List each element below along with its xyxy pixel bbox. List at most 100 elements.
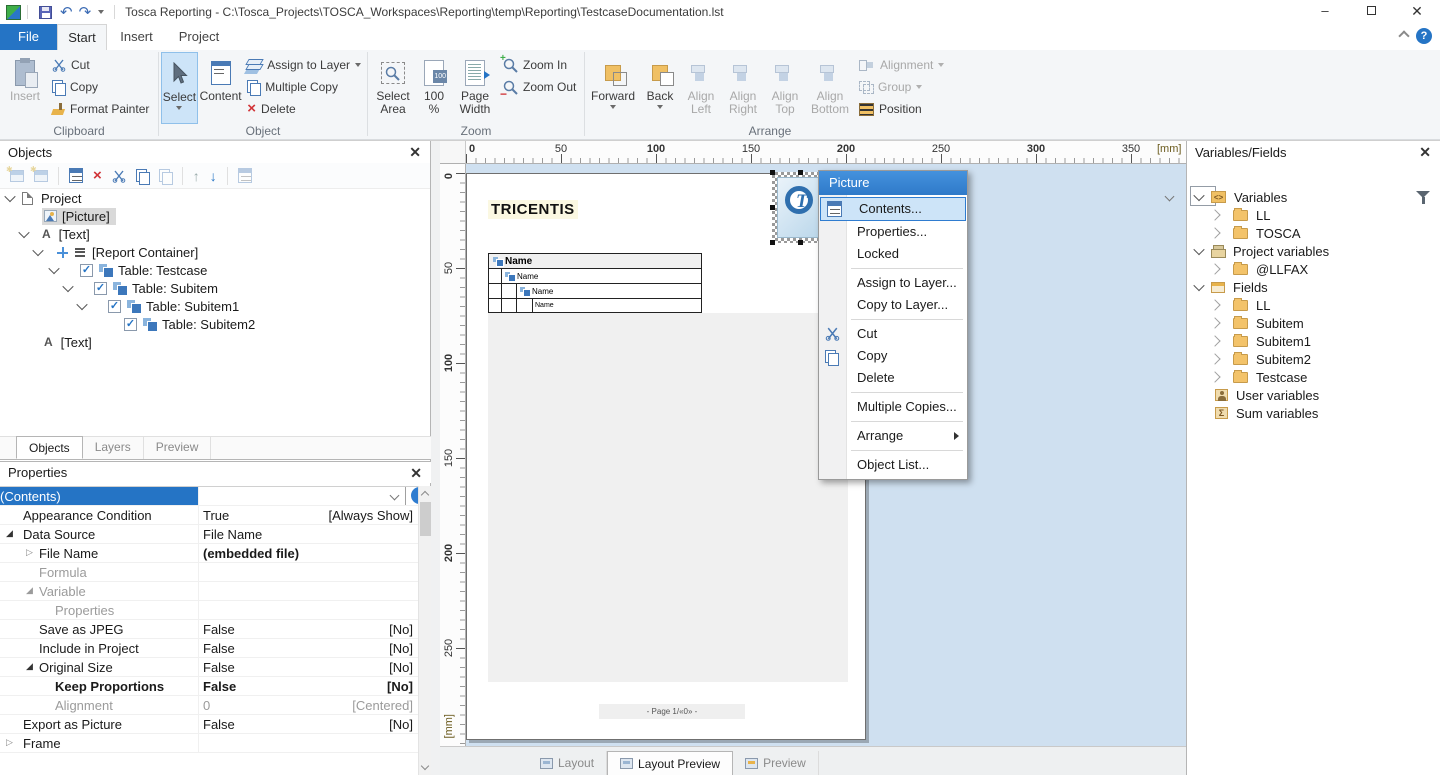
tab-layout-preview[interactable]: Layout Preview [607,751,733,775]
move-down-icon[interactable]: ↓ [210,168,217,184]
copy-button[interactable]: Copy [48,76,153,98]
select-area-button[interactable]: Select Area [370,52,416,124]
scroll-down-icon[interactable] [421,762,429,770]
cut-object-icon[interactable] [112,169,126,183]
undo-icon[interactable]: ↶ [60,5,73,20]
property-row[interactable]: Alignment0[Centered] [0,696,431,715]
menu-item-contents[interactable]: Contents... [820,197,966,221]
zoom-100-button[interactable]: 100 % [416,52,452,124]
tree-item-text2[interactable]: A [Text] [0,333,430,351]
close-icon[interactable]: ✕ [409,144,421,161]
expanded-triangle-icon[interactable]: ◢ [26,661,33,672]
tree-item-tosca[interactable]: TOSCA [1187,224,1440,242]
copy-object-icon[interactable] [136,169,149,183]
redo-icon[interactable]: ↷ [79,5,92,20]
delete-object-icon[interactable]: × [93,169,102,183]
delete-button[interactable]: × Delete [243,98,365,120]
chevron-down-icon[interactable] [32,245,43,256]
alignment-button[interactable]: Alignment [855,54,948,76]
tab-preview[interactable]: Preview [144,436,212,459]
group-button[interactable]: Group [855,76,948,98]
quick-access-dropdown-icon[interactable] [98,10,104,14]
close-icon[interactable]: ✕ [410,465,422,482]
menu-item-properties[interactable]: Properties... [819,221,967,243]
property-row[interactable]: ◢Original SizeFalse[No] [0,658,431,677]
chevron-right-icon[interactable] [1209,317,1220,328]
forward-button[interactable]: Forward [587,52,639,124]
position-button[interactable]: Position [855,98,948,120]
table-data-area[interactable] [488,313,848,682]
chevron-right-icon[interactable] [1209,263,1220,274]
checkbox-checked[interactable]: ✓ [80,264,93,277]
tab-preview[interactable]: Preview [733,751,819,775]
tree-item-fields-ll[interactable]: LL [1187,296,1440,314]
help-icon[interactable]: ? [1416,28,1432,44]
table-row[interactable]: Name [488,284,702,299]
properties-scrollbar[interactable] [418,486,431,775]
chevron-right-icon[interactable] [1209,227,1220,238]
checkbox-checked[interactable]: ✓ [108,300,121,313]
menu-item-arrange[interactable]: Arrange [819,425,967,447]
expanded-triangle-icon[interactable]: ◢ [26,585,33,596]
tab-start[interactable]: Start [57,24,107,50]
tree-item-project-variables[interactable]: Project variables [1187,242,1440,260]
new-table-icon[interactable] [10,170,24,182]
tab-layout[interactable]: Layout [528,751,607,775]
close-icon[interactable]: ✕ [1419,144,1431,161]
page-footer-object[interactable]: - Page 1/«0» - [599,704,745,719]
tab-file[interactable]: File [0,24,57,50]
report-table-object[interactable]: Name Name Name Name [488,253,702,313]
property-row[interactable]: Include in ProjectFalse[No] [0,639,431,658]
page-width-button[interactable]: Page Width [452,52,498,124]
chevron-right-icon[interactable] [1209,371,1220,382]
tab-objects[interactable]: Objects [16,436,83,459]
assign-to-layer-button[interactable]: Assign to Layer [243,54,365,76]
menu-item-assign-to-layer[interactable]: Assign to Layer... [819,272,967,294]
menu-item-delete[interactable]: Delete [819,367,967,389]
report-page[interactable]: TRICENTIS Name Name Name [466,173,866,740]
tree-item-llfax[interactable]: @LLFAX [1187,260,1440,278]
tab-project[interactable]: Project [166,24,232,50]
minimize-button[interactable]: – [1302,0,1348,24]
collapsed-triangle-icon[interactable]: ▷ [26,547,33,558]
align-bottom-button[interactable]: Align Bottom [805,52,855,124]
chevron-down-icon[interactable] [1193,280,1204,291]
menu-item-locked[interactable]: Locked [819,243,967,265]
property-row[interactable]: Save as JPEGFalse[No] [0,620,431,639]
tree-item-variables[interactable]: <> Variables [1187,188,1440,206]
collapse-ribbon-icon[interactable] [1398,30,1409,41]
chevron-right-icon[interactable] [1209,335,1220,346]
cut-button[interactable]: Cut [48,54,153,76]
property-row[interactable]: ▷Frame [0,734,431,753]
tree-item-report-container[interactable]: [Report Container] [0,243,430,261]
table-row[interactable]: Name [488,299,702,313]
tree-item-table-testcase[interactable]: ✓ Table: Testcase [0,261,430,279]
scroll-up-icon[interactable] [421,491,429,499]
chevron-right-icon[interactable] [1209,353,1220,364]
scrollbar-thumb[interactable] [420,502,431,536]
chevron-right-icon[interactable] [1209,209,1220,220]
tree-item-fields[interactable]: Fields [1187,278,1440,296]
object-list-icon[interactable] [238,168,252,183]
align-left-button[interactable]: Align Left [681,52,721,124]
move-up-icon[interactable]: ↑ [193,168,200,184]
chevron-down-icon[interactable] [62,281,73,292]
chevron-down-icon[interactable] [76,299,87,310]
tree-item-table-subitem2[interactable]: ✓ Table: Subitem2 [0,315,430,333]
tree-item-ll[interactable]: LL [1187,206,1440,224]
property-row[interactable]: Appearance ConditionTrue[Always Show] [0,506,431,525]
tree-item-picture[interactable]: [Picture] [0,207,430,225]
chevron-down-icon[interactable] [4,191,15,202]
tree-item-user-variables[interactable]: User variables [1187,386,1440,404]
tree-item-text[interactable]: A [Text] [0,225,430,243]
select-button[interactable]: Select [161,52,198,124]
expanded-triangle-icon[interactable]: ◢ [6,528,13,539]
property-row[interactable]: Formula [0,563,431,582]
zoom-out-button[interactable]: − Zoom Out [498,76,580,98]
tab-layers[interactable]: Layers [83,436,144,459]
tree-item-sum-variables[interactable]: Σ Sum variables [1187,404,1440,422]
tab-insert[interactable]: Insert [107,24,166,50]
checkbox-checked[interactable]: ✓ [94,282,107,295]
new-subtable-icon[interactable] [34,170,48,182]
tree-item-subitem[interactable]: Subitem [1187,314,1440,332]
